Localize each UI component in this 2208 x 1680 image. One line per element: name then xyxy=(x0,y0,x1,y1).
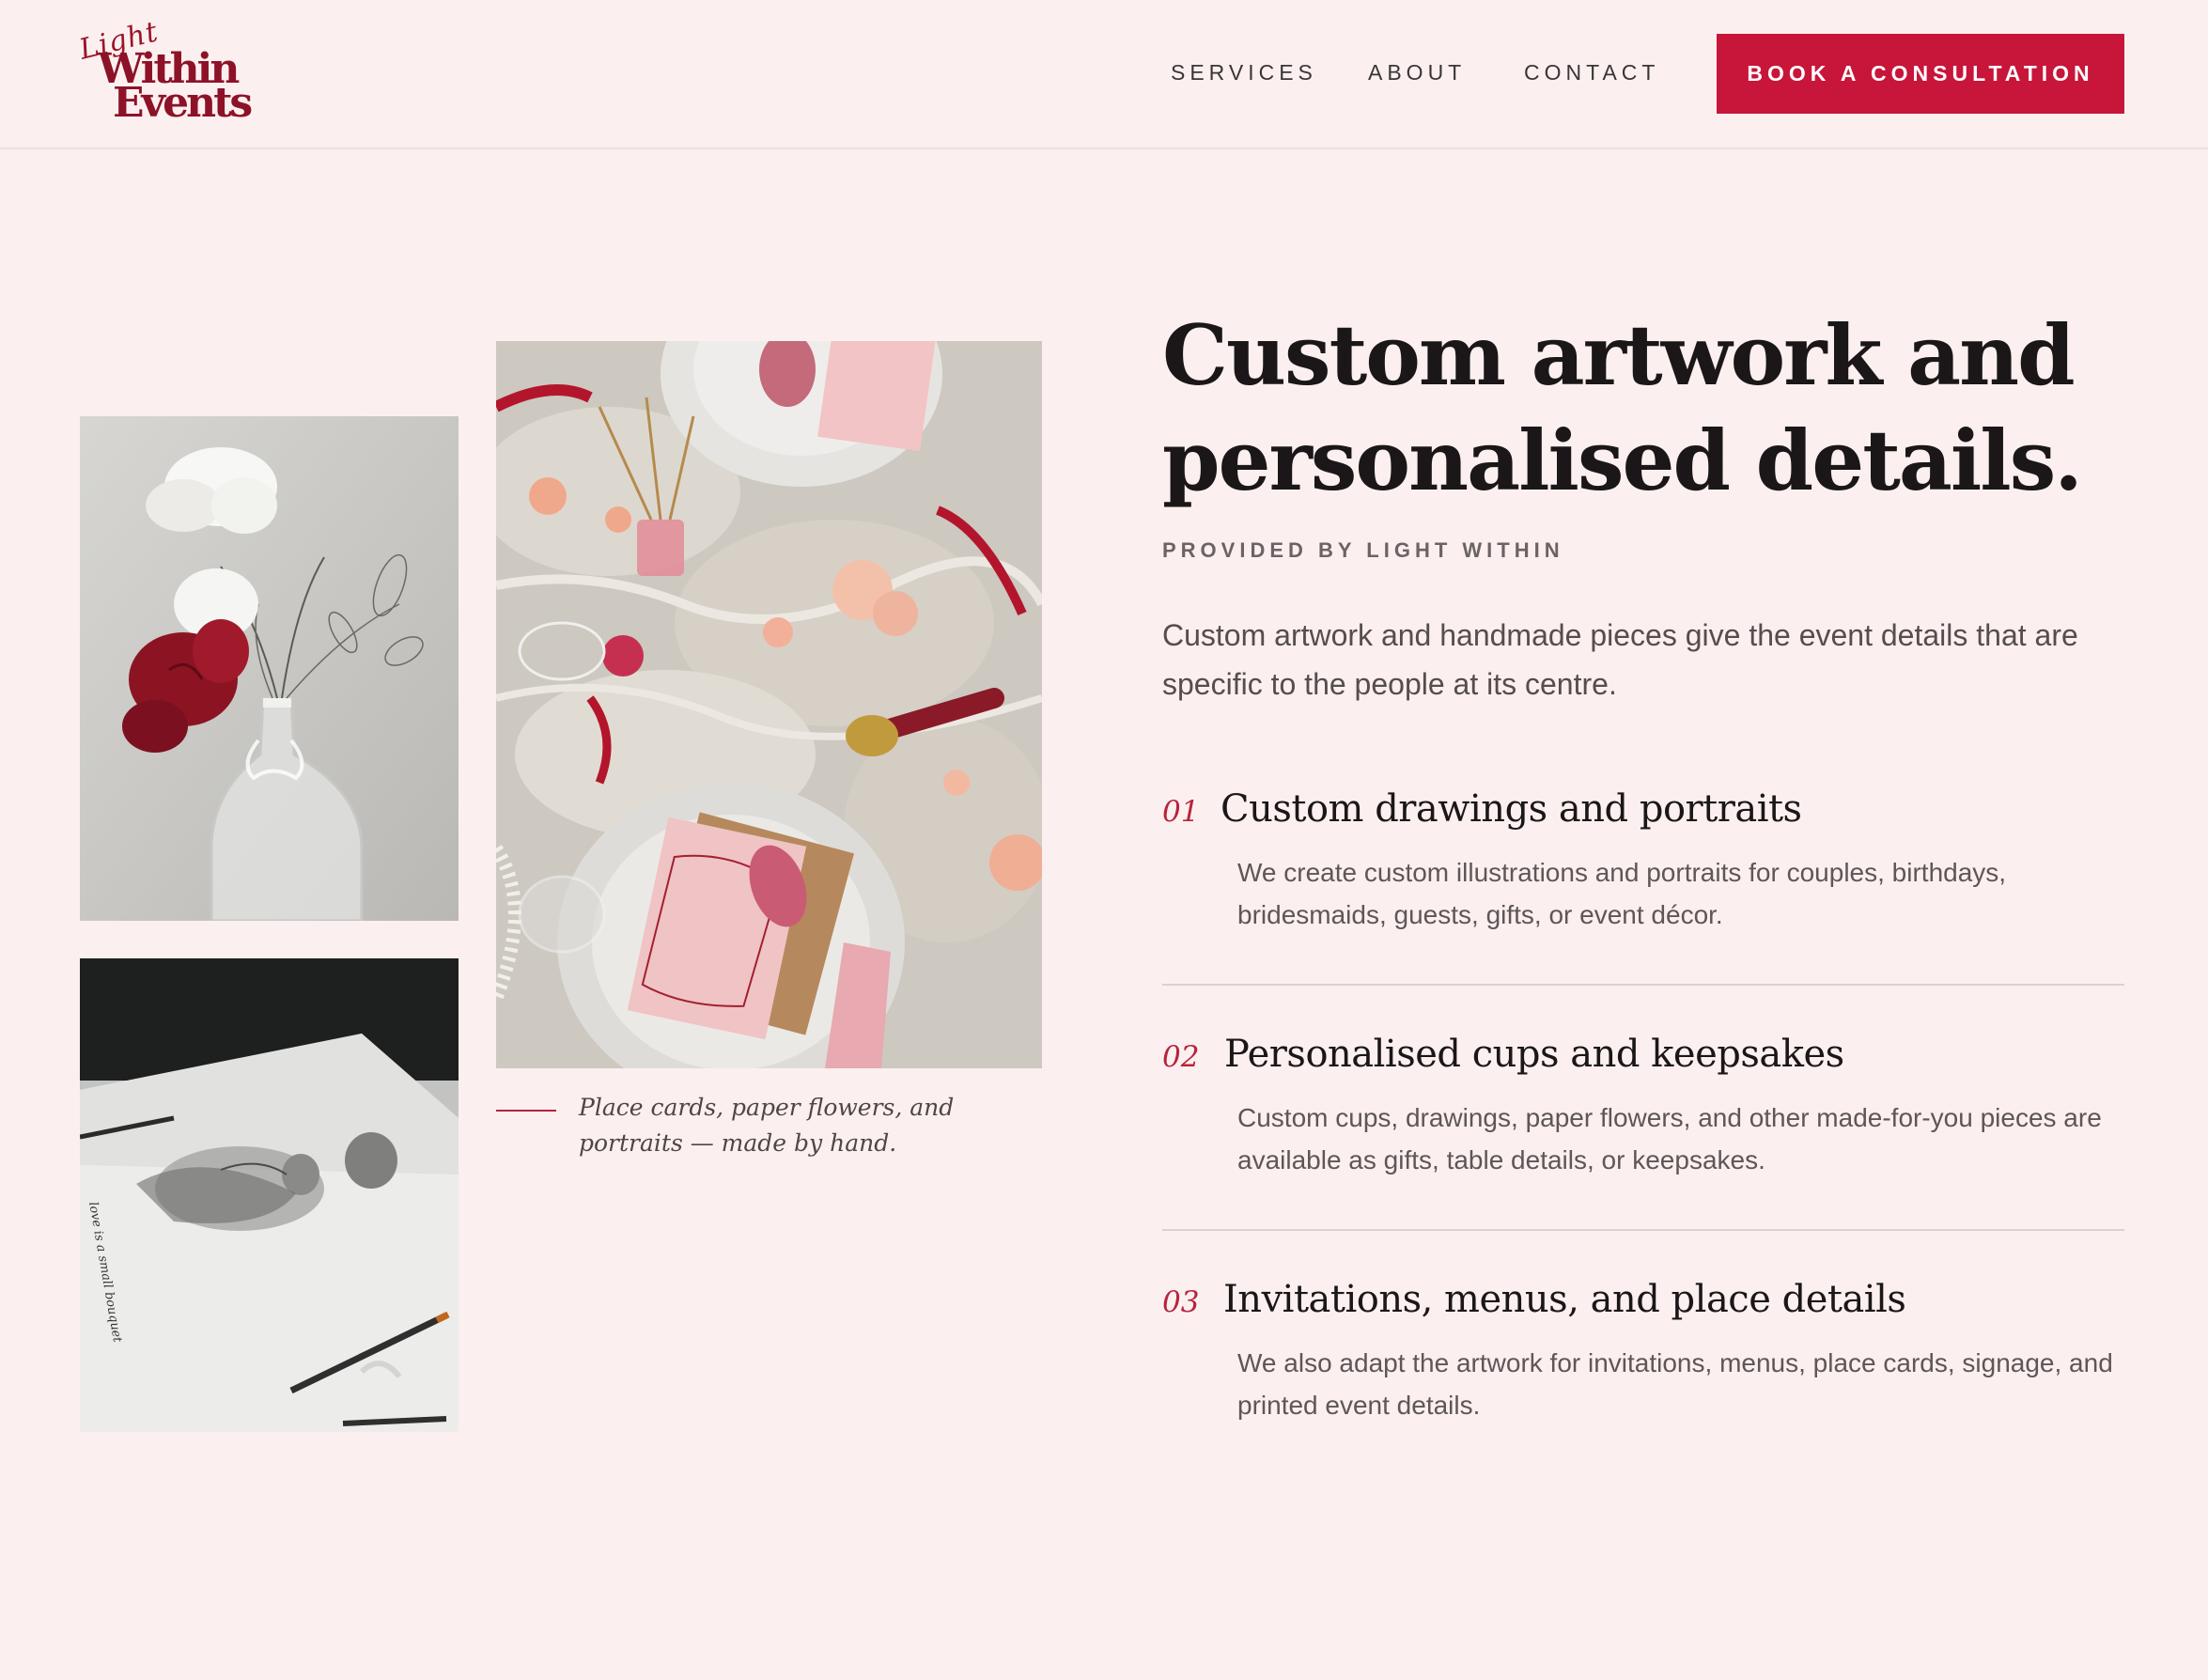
item-description: Custom cups, drawings, paper flowers, an… xyxy=(1237,1103,2102,1174)
section-headline: Custom artwork and personalised details. xyxy=(1162,303,2158,513)
site-header: Light Within Events SERVICES ABOUT CONTA… xyxy=(0,0,2208,149)
pencil-portrait-photo: love is a small bouquet xyxy=(80,958,459,1432)
item-description: We also adapt the artwork for invitation… xyxy=(1237,1348,2113,1420)
nav-link-services[interactable]: SERVICES xyxy=(1171,60,1317,86)
item-description: We create custom illustrations and portr… xyxy=(1237,858,2007,929)
nav-link-contact[interactable]: CONTACT xyxy=(1524,60,1659,86)
item-number: 01 xyxy=(1162,795,1200,829)
logo-wordmark-line2: Events xyxy=(113,79,253,127)
table-setting-photo xyxy=(496,341,1042,1068)
item-divider xyxy=(1162,1229,2124,1231)
brand-logo[interactable]: Light Within Events xyxy=(76,15,267,127)
section-eyebrow: PROVIDED BY LIGHT WITHIN xyxy=(1162,538,1564,562)
item-number: 02 xyxy=(1162,1040,1200,1074)
item-divider xyxy=(1162,984,2124,986)
caption-rule xyxy=(496,1110,556,1112)
item-title: Custom drawings and portraits xyxy=(1221,787,1802,831)
item-number: 03 xyxy=(1162,1285,1200,1319)
section-intro: Custom artwork and handmade pieces give … xyxy=(1162,618,2078,701)
nav-link-about[interactable]: ABOUT xyxy=(1368,60,1466,86)
page: Light Within Events SERVICES ABOUT CONTA… xyxy=(0,0,2208,1680)
item-title: Personalised cups and keepsakes xyxy=(1224,1033,1844,1076)
headline-line-1: Custom artwork and xyxy=(1162,306,2076,404)
headline-line-2: personalised details. xyxy=(1162,412,2083,509)
paper-flowers-photo xyxy=(80,416,459,921)
book-consultation-button[interactable]: BOOK A CONSULTATION xyxy=(1717,34,2124,114)
gallery-caption: Place cards, paper flowers, and portrait… xyxy=(579,1094,955,1157)
item-title: Invitations, menus, and place details xyxy=(1223,1278,1906,1321)
